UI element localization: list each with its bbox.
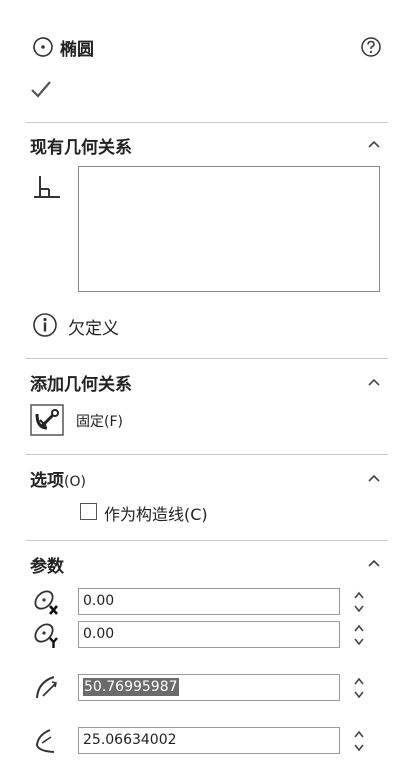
relations-icon — [34, 176, 60, 198]
center-x-input[interactable]: 0.00 — [78, 588, 340, 615]
minor-radius-spinner-icon[interactable] — [352, 727, 366, 755]
options-title-text: 选项 — [30, 471, 64, 491]
options-title: 选项(O) — [30, 466, 86, 491]
construction-checkbox[interactable] — [80, 503, 97, 520]
center-y-icon — [34, 623, 58, 648]
construction-label[interactable]: 作为构造线(C) — [104, 501, 208, 525]
divider — [26, 122, 388, 123]
checkmark-icon[interactable] — [30, 80, 52, 98]
panel-title: 椭圆 — [60, 40, 94, 60]
collapse-add-relations-chevron-up-icon[interactable] — [366, 376, 382, 388]
center-y-input[interactable]: 0.00 — [78, 621, 340, 648]
divider — [26, 454, 388, 455]
existing-relations-title: 现有几何关系 — [30, 138, 132, 158]
ellipse-icon — [33, 37, 53, 57]
center-x-icon — [34, 590, 58, 615]
fix-anchor-icon — [30, 404, 64, 436]
definition-status: 欠定义 — [68, 319, 119, 339]
parameters-title: 参数 — [30, 557, 64, 577]
center-x-spinner-icon[interactable] — [352, 588, 366, 616]
major-radius-spinner-icon[interactable] — [352, 674, 366, 702]
collapse-options-chevron-up-icon[interactable] — [366, 472, 382, 484]
collapse-parameters-chevron-up-icon[interactable] — [366, 557, 382, 569]
collapse-existing-relations-chevron-up-icon[interactable] — [366, 138, 382, 150]
minor-radius-input[interactable]: 25.06634002 — [78, 727, 340, 754]
fix-label: 固定(F) — [76, 414, 123, 430]
divider — [26, 358, 388, 359]
help-circle-icon[interactable] — [360, 36, 382, 58]
divider — [26, 540, 388, 541]
info-icon — [33, 313, 57, 337]
ellipse-property-manager: 椭圆 现有几何关系 欠定义 添加几何关系 固定(F) 选项(O) 作为构造线(C… — [0, 0, 414, 777]
existing-relations-list[interactable] — [78, 166, 380, 292]
minor-radius-icon — [35, 729, 55, 753]
major-radius-value: 50.76995987 — [83, 678, 179, 696]
center-y-spinner-icon[interactable] — [352, 621, 366, 649]
major-radius-input[interactable]: 50.76995987 — [78, 674, 340, 701]
options-title-shortcut: (O) — [64, 474, 86, 490]
major-radius-icon — [36, 676, 57, 699]
add-relations-title: 添加几何关系 — [30, 375, 132, 395]
fix-relation-button[interactable]: 固定(F) — [30, 404, 180, 438]
